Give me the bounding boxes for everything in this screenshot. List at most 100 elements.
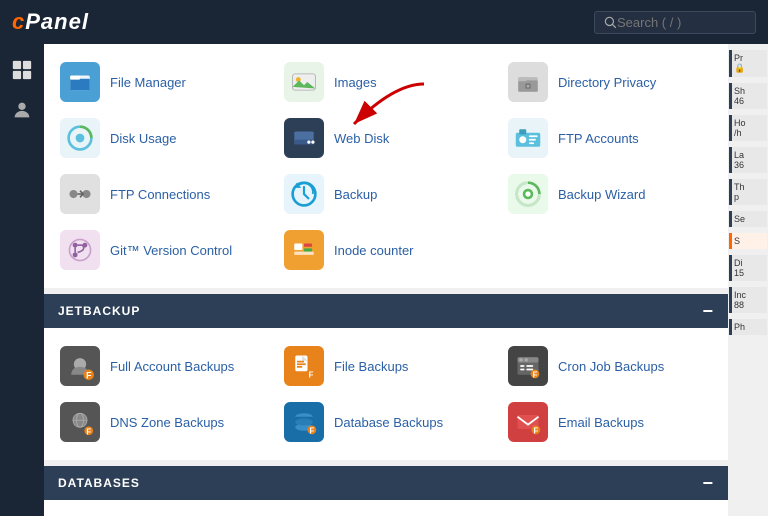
- sidebar-di-value: 15: [734, 268, 765, 278]
- jetbackup-section: JETBACKUP − F Full Account Backups F Fil…: [44, 294, 728, 460]
- search-box[interactable]: [594, 11, 756, 34]
- jb-file-item[interactable]: F File Backups: [274, 338, 498, 394]
- file-manager-icon: [60, 62, 100, 102]
- databases-collapse[interactable]: −: [702, 474, 714, 492]
- jetbackup-title: JETBACKUP: [58, 304, 140, 318]
- sidebar-ho-value: /h: [734, 128, 765, 138]
- main-content: File Manager Images Director: [44, 44, 728, 516]
- web-disk-icon: [284, 118, 324, 158]
- svg-text:F: F: [86, 370, 92, 380]
- jb-cron-label: Cron Job Backups: [558, 359, 664, 374]
- sidebar-block-ph[interactable]: Ph: [729, 319, 767, 335]
- svg-text:F: F: [309, 426, 314, 435]
- sidebar-pr-label: Pr: [734, 53, 765, 63]
- ftp-connections-label: FTP Connections: [110, 187, 210, 202]
- sidebar-block-inc[interactable]: Inc 88: [729, 287, 767, 313]
- sidebar-block-s[interactable]: S: [729, 233, 767, 249]
- inode-icon: [284, 230, 324, 270]
- jb-full-label: Full Account Backups: [110, 359, 234, 374]
- backup-wizard-item[interactable]: Backup Wizard: [498, 166, 722, 222]
- mysql-item[interactable]: MySQL® Databases: [274, 510, 498, 516]
- web-disk-item[interactable]: Web Disk: [274, 110, 498, 166]
- mysql-wizard-item[interactable]: ⚙ MySQL® Database Wizard: [498, 510, 722, 516]
- jetbackup-icon-grid: F Full Account Backups F File Backups F: [44, 328, 728, 460]
- dir-privacy-icon: [508, 62, 548, 102]
- search-input[interactable]: [617, 15, 747, 30]
- files-icon-grid: File Manager Images Director: [44, 44, 728, 288]
- left-nav: [0, 44, 44, 516]
- images-icon: [284, 62, 324, 102]
- cpanel-logo: cPanel: [12, 9, 89, 35]
- git-label: Git™ Version Control: [110, 243, 232, 258]
- jetbackup-header: JETBACKUP −: [44, 294, 728, 328]
- sidebar-th-label: Th: [734, 182, 765, 192]
- svg-text:F: F: [309, 370, 314, 379]
- jb-full-icon: F: [60, 346, 100, 386]
- sidebar-block-se[interactable]: Se: [729, 211, 767, 227]
- grid-nav-icon[interactable]: [6, 54, 38, 86]
- jb-full-item[interactable]: F Full Account Backups: [50, 338, 274, 394]
- sidebar-block-pr[interactable]: Pr 🔒: [729, 50, 767, 77]
- svg-text:F: F: [533, 426, 538, 435]
- sidebar-sh-value: 46: [734, 96, 765, 106]
- images-label: Images: [334, 75, 377, 90]
- git-item[interactable]: Git™ Version Control: [50, 222, 274, 278]
- files-section: File Manager Images Director: [44, 44, 728, 288]
- file-manager-label: File Manager: [110, 75, 186, 90]
- inode-label: Inode counter: [334, 243, 414, 258]
- jb-file-label: File Backups: [334, 359, 408, 374]
- backup-wizard-label: Backup Wizard: [558, 187, 645, 202]
- sidebar-sh-label: Sh: [734, 86, 765, 96]
- images-item[interactable]: Images: [274, 54, 498, 110]
- sidebar-pr-icon: 🔒: [734, 63, 765, 74]
- sidebar-ho-label: Ho: [734, 118, 765, 128]
- jb-email-item[interactable]: F Email Backups: [498, 394, 722, 450]
- databases-title: DATABASES: [58, 476, 140, 490]
- jb-cron-item[interactable]: F Cron Job Backups: [498, 338, 722, 394]
- sidebar-se-label: Se: [734, 214, 765, 224]
- sidebar-di-label: Di: [734, 258, 765, 268]
- dir-privacy-label: Directory Privacy: [558, 75, 656, 90]
- sidebar-la-value: 36: [734, 160, 765, 170]
- disk-usage-label: Disk Usage: [110, 131, 176, 146]
- sidebar-block-th[interactable]: Th p: [729, 179, 767, 205]
- backup-item[interactable]: Backup: [274, 166, 498, 222]
- ftp-accounts-icon: [508, 118, 548, 158]
- ftp-accounts-label: FTP Accounts: [558, 131, 639, 146]
- sidebar-block-ho[interactable]: Ho /h: [729, 115, 767, 141]
- jb-cron-icon: F: [508, 346, 548, 386]
- backup-label: Backup: [334, 187, 377, 202]
- databases-header: DATABASES −: [44, 466, 728, 500]
- dir-privacy-item[interactable]: Directory Privacy: [498, 54, 722, 110]
- sidebar-inc-value: 88: [734, 300, 765, 310]
- layout: File Manager Images Director: [0, 44, 768, 516]
- web-disk-label: Web Disk: [334, 131, 389, 146]
- jb-email-label: Email Backups: [558, 415, 644, 430]
- svg-text:F: F: [86, 427, 91, 436]
- jb-file-icon: F: [284, 346, 324, 386]
- sidebar-block-di[interactable]: Di 15: [729, 255, 767, 281]
- sidebar-th-value: p: [734, 192, 765, 202]
- sidebar-s-label: S: [734, 236, 765, 246]
- disk-usage-item[interactable]: Disk Usage: [50, 110, 274, 166]
- file-manager-item[interactable]: File Manager: [50, 54, 274, 110]
- jb-db-label: Database Backups: [334, 415, 443, 430]
- sidebar-block-sh[interactable]: Sh 46: [729, 83, 767, 109]
- backup-wizard-icon: [508, 174, 548, 214]
- sidebar-block-la[interactable]: La 36: [729, 147, 767, 173]
- jb-dns-item[interactable]: F DNS Zone Backups: [50, 394, 274, 450]
- svg-text:F: F: [533, 370, 538, 379]
- inode-item[interactable]: Inode counter: [274, 222, 498, 278]
- users-nav-icon[interactable]: [6, 94, 38, 126]
- phpmyadmin-item[interactable]: php phpMyAdmin: [50, 510, 274, 516]
- databases-section: DATABASES − php phpMyAdmin MySQL® Databa…: [44, 466, 728, 516]
- sidebar-ph-label: Ph: [734, 322, 765, 332]
- ftp-connections-item[interactable]: FTP Connections: [50, 166, 274, 222]
- databases-icon-grid: php phpMyAdmin MySQL® Databases ⚙ My: [44, 500, 728, 516]
- jb-db-item[interactable]: F Database Backups: [274, 394, 498, 450]
- disk-usage-icon: [60, 118, 100, 158]
- ftp-accounts-item[interactable]: FTP Accounts: [498, 110, 722, 166]
- ftp-connections-icon: [60, 174, 100, 214]
- jb-email-icon: F: [508, 402, 548, 442]
- jetbackup-collapse[interactable]: −: [702, 302, 714, 320]
